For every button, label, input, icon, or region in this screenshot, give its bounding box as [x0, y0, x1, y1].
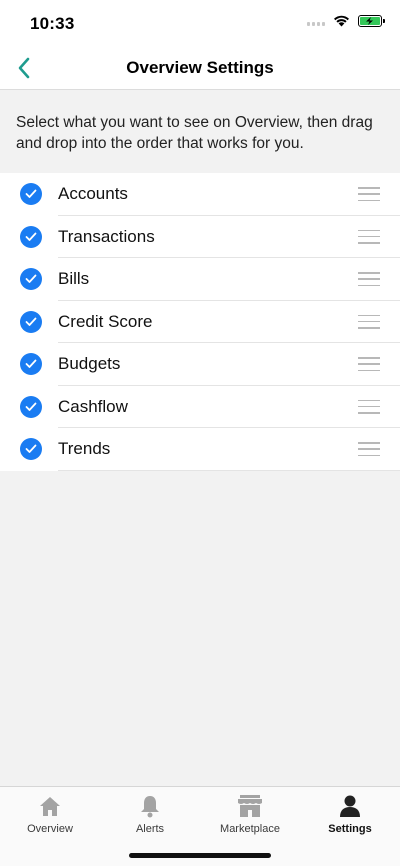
tab-settings[interactable]: Settings	[300, 787, 400, 841]
list-item-cashflow[interactable]: Cashflow	[0, 386, 400, 428]
status-time: 10:33	[30, 14, 75, 33]
drag-handle-icon[interactable]	[358, 399, 380, 414]
list-item-label: Accounts	[58, 184, 128, 203]
navigation-bar: Overview Settings	[0, 46, 400, 90]
checkmark-icon[interactable]	[20, 183, 42, 205]
checkmark-icon[interactable]	[20, 310, 42, 333]
checkmark-icon[interactable]	[20, 395, 42, 418]
home-indicator	[129, 853, 271, 858]
list-item-budgets[interactable]: Budgets	[0, 343, 400, 386]
wifi-icon	[334, 15, 349, 27]
cellular-signal-icon	[307, 16, 325, 26]
page-title: Overview Settings	[126, 58, 274, 77]
battery-icon	[358, 15, 385, 27]
checkmark-icon[interactable]	[20, 438, 42, 460]
checkmark-icon[interactable]	[20, 268, 42, 290]
list-item-label: Trends	[58, 439, 111, 458]
drag-handle-icon[interactable]	[358, 357, 380, 371]
store-icon	[237, 794, 263, 818]
list-item-trends[interactable]: Trends	[0, 428, 400, 471]
list-item-label: Cashflow	[58, 396, 128, 416]
instructions-text: Select what you want to see on Overview,…	[0, 91, 400, 173]
drag-handle-icon[interactable]	[358, 314, 380, 329]
tab-label: Alerts	[135, 823, 165, 835]
list-item-label: Bills	[58, 269, 90, 288]
list-item-label: Transactions	[58, 226, 155, 246]
status-icons	[307, 15, 385, 27]
list-item-label: Credit Score	[58, 311, 153, 331]
drag-handle-icon[interactable]	[358, 442, 380, 456]
tab-label: Marketplace	[220, 823, 280, 835]
checkmark-icon[interactable]	[20, 353, 42, 375]
tab-alerts[interactable]: Alerts	[100, 787, 200, 841]
list-item-label: Budgets	[58, 354, 121, 373]
divider	[58, 469, 400, 471]
tab-marketplace[interactable]: Marketplace	[200, 787, 300, 841]
status-bar: 10:33	[0, 0, 400, 46]
tab-label: Overview	[27, 823, 73, 835]
overview-sections-list: Accounts Transactions Bills Credit Score…	[0, 173, 400, 471]
drag-handle-icon[interactable]	[358, 229, 380, 244]
drag-handle-icon[interactable]	[358, 272, 380, 286]
home-icon	[37, 794, 63, 818]
tab-label: Settings	[328, 823, 372, 835]
drag-handle-icon[interactable]	[358, 187, 380, 201]
list-item-credit-score[interactable]: Credit Score	[0, 301, 400, 343]
list-item-transactions[interactable]: Transactions	[0, 216, 400, 258]
list-item-accounts[interactable]: Accounts	[0, 173, 400, 216]
user-icon	[337, 794, 363, 818]
bell-icon	[137, 794, 163, 818]
tab-overview[interactable]: Overview	[0, 787, 100, 841]
checkmark-icon[interactable]	[20, 225, 42, 248]
list-item-bills[interactable]: Bills	[0, 258, 400, 301]
